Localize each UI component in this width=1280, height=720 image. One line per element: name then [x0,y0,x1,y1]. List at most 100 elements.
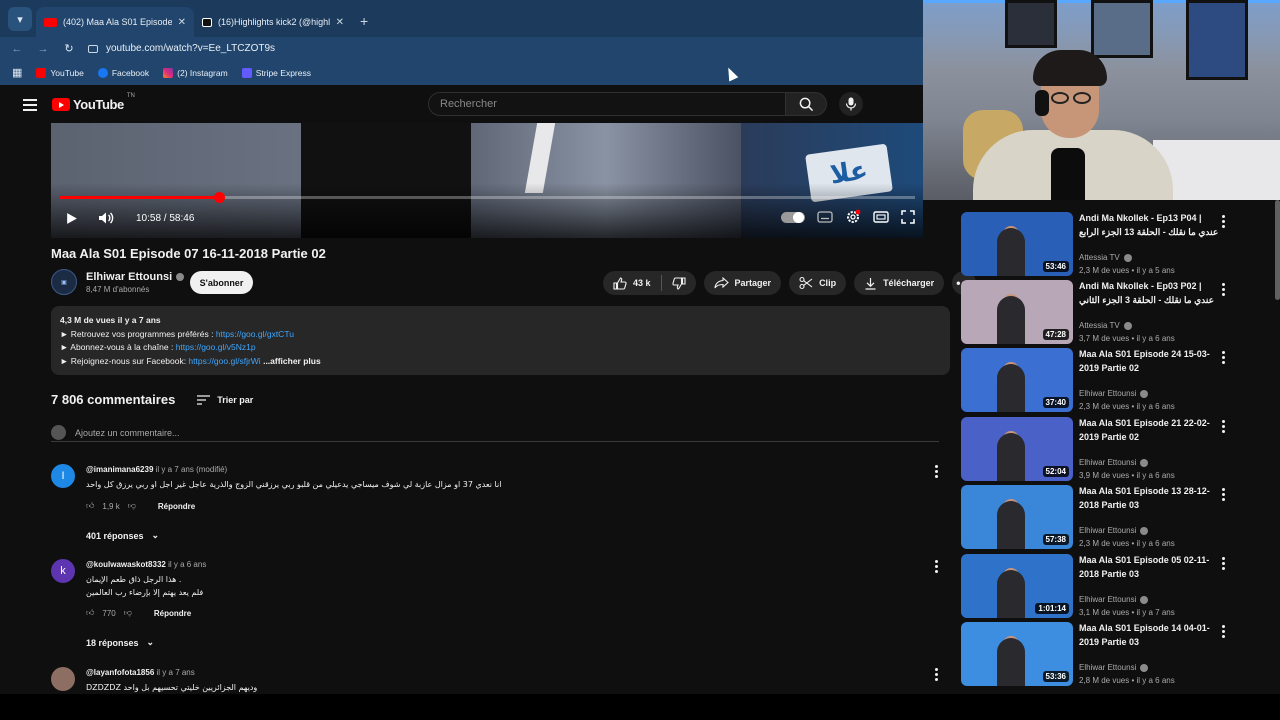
recommended-video[interactable]: 1:01:14 Maa Ala S01 Episode 05 02-11-2018… [960,554,1280,618]
back-icon[interactable]: ← [10,43,24,55]
recommended-video[interactable]: 52:04 Maa Ala S01 Episode 21 22-02-2019 P… [960,417,1280,481]
comment-like-icon[interactable]: 👍︎ [86,608,94,618]
like-count[interactable]: 43 k [633,278,651,288]
recommended-video[interactable]: 57:38 Maa Ala S01 Episode 13 28-12-2018 P… [960,485,1280,549]
url-field[interactable]: youtube.com/watch?v=Ee_LTCZOT9s [88,39,923,59]
tab-search-menu-icon[interactable]: ▾ [8,7,32,31]
comment-avatar[interactable]: k [51,559,75,583]
channel-name-row[interactable]: Elhiwar Ettounsi [86,271,185,283]
bookmark-youtube[interactable]: YouTube [36,67,84,78]
recommended-title[interactable]: Maa Ala S01 Episode 24 15-03-2019 Partie… [1079,348,1219,375]
recommended-title[interactable]: Andi Ma Nkollek - Ep03 P02 | عندي ما نقل… [1079,280,1219,307]
bookmark-facebook[interactable]: Facebook [97,67,149,78]
recommended-channel[interactable]: Attessia TV [1079,253,1120,262]
settings-icon[interactable] [845,209,861,225]
dislike-icon[interactable] [671,276,686,290]
video-player[interactable]: علا 10:58 / 58:46 [51,123,923,238]
autoplay-toggle[interactable] [781,211,805,223]
video-thumbnail[interactable]: 1:01:14 [961,554,1073,618]
site-info-icon[interactable] [88,44,98,53]
comment-dislike-icon[interactable]: 👎︎ [124,608,132,618]
recommended-video[interactable]: 37:40 Maa Ala S01 Episode 24 15-03-2019 P… [960,348,1280,412]
recommended-channel[interactable]: Elhiwar Ettounsi [1079,526,1136,535]
progress-bar[interactable] [59,192,915,203]
recommended-channel[interactable]: Elhiwar Ettounsi [1079,663,1136,672]
comment-dislike-icon[interactable]: 👎︎ [128,501,136,511]
recommended-title[interactable]: Maa Ala S01 Episode 14 04-01-2019 Partie… [1079,622,1219,649]
recommended-title[interactable]: Andi Ma Nkollek - Ep13 P04 | عندي ما نقل… [1079,212,1219,239]
recommended-channel[interactable]: Elhiwar Ettounsi [1079,595,1136,604]
browser-tab-youtube[interactable]: (402) Maa Ala S01 Episode 07 1 ✕ [36,7,194,37]
clip-button[interactable]: Clip [789,271,847,295]
more-vertical-icon[interactable] [1222,625,1225,638]
apps-grid-icon[interactable]: ▦ [12,66,22,79]
download-button[interactable]: Télécharger [854,271,945,295]
recommended-channel[interactable]: Elhiwar Ettounsi [1079,458,1136,467]
progress-scrubber[interactable] [214,192,226,203]
subscribe-button[interactable]: S'abonner [190,271,253,294]
channel-name[interactable]: Elhiwar Ettounsi [86,271,172,283]
like-icon[interactable] [613,276,627,290]
search-button[interactable] [786,92,827,116]
forward-icon[interactable]: → [36,43,50,55]
description-link[interactable]: https://goo.gl/v5Nz1p [176,342,256,352]
reply-button[interactable]: Répondre [154,609,191,618]
bookmark-instagram[interactable]: (2) Instagram [163,67,228,78]
comment-author[interactable]: @layanfofota1856 [86,668,154,677]
more-vertical-icon[interactable] [1222,420,1225,433]
sort-button[interactable]: Trier par [197,395,253,405]
recommended-channel[interactable]: Attessia TV [1079,321,1120,330]
recommended-video[interactable]: 47:28 Andi Ma Nkollek - Ep03 P02 | عندي م… [960,280,1280,344]
more-vertical-icon[interactable] [1222,283,1225,296]
recommended-channel[interactable]: Elhiwar Ettounsi [1079,389,1136,398]
play-button[interactable] [65,207,78,229]
more-vertical-icon[interactable] [1222,351,1225,364]
description-link[interactable]: https://goo.gl/sfjrWi [188,356,260,366]
theater-mode-icon[interactable] [873,211,889,223]
video-thumbnail[interactable]: 57:38 [961,485,1073,549]
comment-avatar[interactable]: I [51,464,75,488]
view-replies-button[interactable]: 401 réponses ⌄ [86,530,159,541]
more-vertical-icon[interactable] [1222,215,1225,228]
channel-avatar[interactable]: ▣ [51,269,77,295]
new-tab-icon[interactable]: + [360,13,368,29]
video-thumbnail[interactable]: 37:40 [961,348,1073,412]
reload-icon[interactable]: ↻ [62,42,76,55]
sidebar-scrollbar[interactable] [1275,200,1280,300]
video-thumbnail[interactable]: 53:36 [961,622,1073,686]
show-more-button[interactable]: ...afficher plus [263,356,321,366]
search-input[interactable]: Rechercher [428,92,786,116]
browser-tab-tiktok[interactable]: (16)Highlights kick2 (@highligh ✕ [194,7,352,37]
comment-more-icon[interactable] [931,668,941,681]
youtube-logo[interactable]: YouTube TN [52,93,135,112]
bookmark-stripe-express[interactable]: Stripe Express [241,67,311,78]
description-box[interactable]: 4,3 M de vues il y a 7 ans ► Retrouvez v… [51,306,950,375]
close-tab-icon[interactable]: ✕ [178,17,186,28]
comment-more-icon[interactable] [931,560,941,573]
description-link[interactable]: https://goo.gl/gxtCTu [216,329,294,339]
video-thumbnail[interactable]: 52:04 [961,417,1073,481]
video-thumbnail[interactable]: 53:46 [961,212,1073,276]
comment-avatar[interactable] [51,667,75,691]
menu-icon[interactable] [23,98,37,111]
recommended-title[interactable]: Maa Ala S01 Episode 21 22-02-2019 Partie… [1079,417,1219,444]
comment-like-icon[interactable]: 👍︎ [86,501,94,511]
comment-more-icon[interactable] [931,465,941,478]
fullscreen-icon[interactable] [901,210,915,224]
share-button[interactable]: Partager [703,271,782,295]
recommended-video[interactable]: 53:36 Maa Ala S01 Episode 14 04-01-2019 P… [960,622,1280,686]
add-comment-input[interactable]: Ajoutez un commentaire... [51,424,939,442]
voice-search-button[interactable] [839,92,863,116]
volume-button[interactable] [98,207,114,229]
view-replies-button[interactable]: 18 réponses ⌄ [86,637,154,648]
more-vertical-icon[interactable] [1222,488,1225,501]
video-thumbnail[interactable]: 47:28 [961,280,1073,344]
more-vertical-icon[interactable] [1222,557,1225,570]
reply-button[interactable]: Répondre [158,502,195,511]
recommended-title[interactable]: Maa Ala S01 Episode 13 28-12-2018 Partie… [1079,485,1219,512]
close-tab-icon[interactable]: ✕ [336,17,344,28]
comment-author[interactable]: @imanimana6239 [86,465,153,474]
recommended-video[interactable]: 53:46 Andi Ma Nkollek - Ep13 P04 | عندي م… [960,212,1280,276]
subtitles-icon[interactable] [817,211,833,223]
recommended-title[interactable]: Maa Ala S01 Episode 05 02-11-2018 Partie… [1079,554,1219,581]
